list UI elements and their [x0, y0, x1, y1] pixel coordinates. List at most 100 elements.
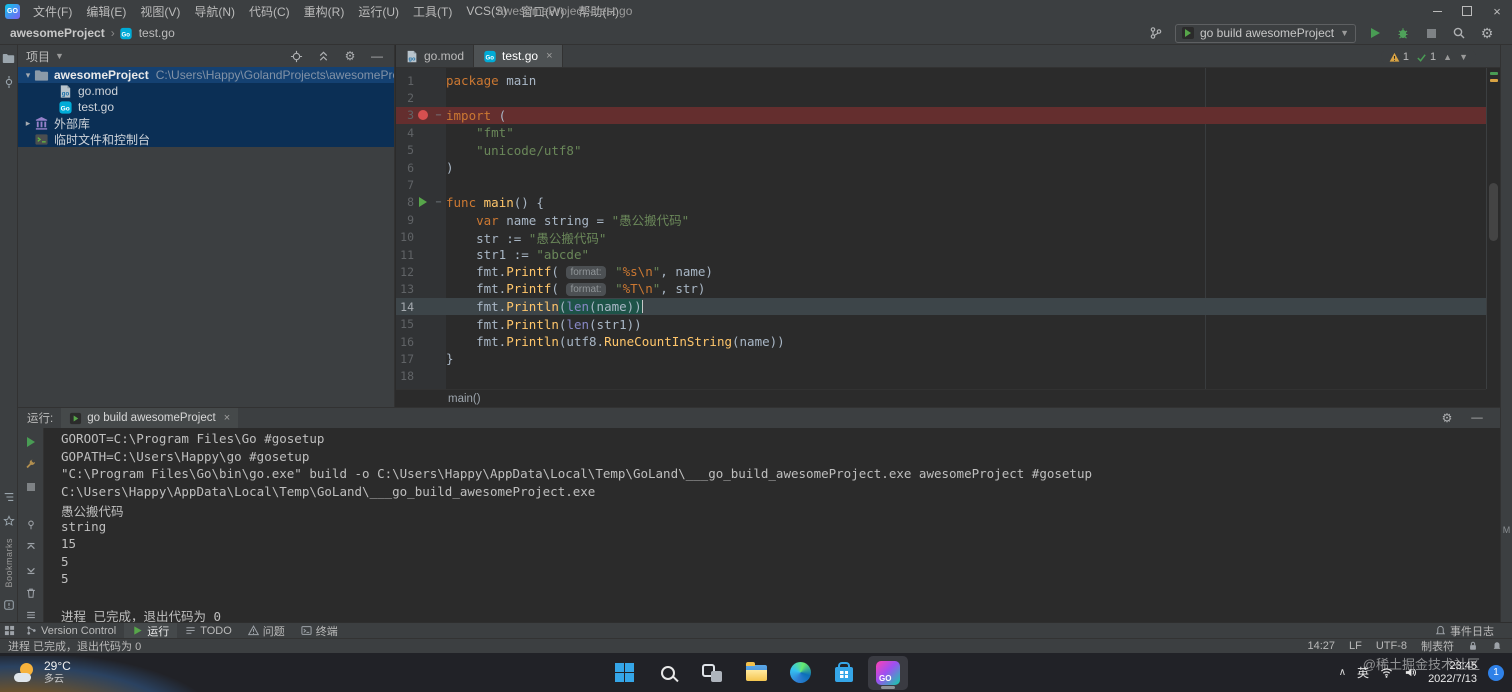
taskbar-goland-button[interactable]: GO [868, 655, 908, 690]
editor-breadcrumb[interactable]: main() [396, 389, 1486, 407]
locate-file-icon[interactable] [287, 47, 305, 65]
taskbar-search-button[interactable] [648, 656, 688, 690]
code-line[interactable]: 2 [396, 89, 1486, 106]
maximize-button[interactable] [1452, 0, 1482, 22]
menu-item[interactable]: 工具(T) [406, 0, 459, 22]
close-button[interactable]: × [1482, 0, 1512, 22]
panel-settings-icon[interactable]: ⚙ [341, 47, 359, 65]
breakpoint-icon[interactable] [414, 110, 431, 121]
editor-scrollbar[interactable] [1486, 68, 1500, 389]
code-line[interactable]: 16 fmt.Println(utf8.RuneCountInString(na… [396, 333, 1486, 350]
tree-item[interactable]: 临时文件和控制台 [18, 131, 394, 147]
problems-tool-icon[interactable] [2, 598, 16, 612]
tree-item[interactable]: go go.mod [18, 83, 394, 99]
code-line[interactable]: 3 − import ( [396, 106, 1486, 125]
settings-gear-icon[interactable]: ⚙ [1478, 24, 1496, 42]
minimize-button[interactable] [1422, 0, 1452, 22]
tree-item[interactable]: Go test.go [18, 99, 394, 115]
collapse-all-icon[interactable] [314, 47, 332, 65]
favorites-tool-icon[interactable] [2, 514, 16, 528]
tool-window-tab[interactable]: 终端 [293, 623, 346, 639]
line-separator[interactable]: LF [1349, 640, 1362, 652]
taskbar-explorer-button[interactable] [736, 656, 776, 690]
bookmarks-tool-label[interactable]: Bookmarks [4, 538, 14, 588]
volume-icon[interactable] [1404, 666, 1417, 679]
code-line[interactable]: 9 var name string = "愚公搬代码" [396, 211, 1486, 229]
code-line[interactable]: 6) [396, 159, 1486, 176]
run-line-icon[interactable] [414, 197, 431, 208]
code-line[interactable]: 18 [396, 368, 1486, 385]
hide-panel-icon[interactable]: — [368, 47, 386, 65]
debug-button[interactable] [1394, 24, 1412, 42]
inspections-widget[interactable]: 1 1 ▲ ▼ [1380, 50, 1476, 64]
menu-item[interactable]: 视图(V) [133, 0, 187, 22]
editor-tab[interactable]: go go.mod [396, 45, 475, 67]
chevron-right-icon[interactable]: ▸ [22, 118, 34, 129]
menu-item[interactable]: 文件(F) [26, 0, 79, 22]
notifications-icon[interactable] [1492, 641, 1502, 651]
code-line[interactable]: 4 "fmt" [396, 124, 1486, 141]
indent-style[interactable]: 制表符 [1421, 638, 1454, 654]
run-console[interactable]: GOROOT=C:\Program Files\Go #gosetup GOPAT… [45, 428, 1500, 624]
code-line[interactable]: 17} [396, 350, 1486, 367]
code-line[interactable]: 1 package main [396, 72, 1486, 89]
ime-indicator[interactable]: 英 [1357, 664, 1369, 681]
breadcrumb-item[interactable]: test.go [137, 26, 177, 40]
search-everywhere-icon[interactable] [1450, 24, 1468, 42]
menu-item[interactable]: 重构(R) [297, 0, 352, 22]
next-issue-icon[interactable]: ▼ [1459, 52, 1468, 62]
scroll-to-end-icon[interactable] [22, 563, 40, 577]
taskbar-store-button[interactable] [824, 656, 864, 690]
project-tool-icon[interactable] [2, 51, 16, 65]
run-button[interactable] [1366, 24, 1384, 42]
file-encoding[interactable]: UTF-8 [1376, 640, 1407, 652]
stop-button[interactable] [1422, 24, 1440, 42]
close-icon[interactable]: × [224, 412, 230, 424]
breadcrumb-item[interactable]: awesomeProject [8, 26, 107, 40]
code-line[interactable]: 10 str := "愚公搬代码" [396, 229, 1486, 246]
chevron-down-icon[interactable]: ▾ [22, 70, 34, 81]
code-line[interactable]: 11 str1 := "abcde" [396, 246, 1486, 263]
menu-item[interactable]: 代码(C) [242, 0, 297, 22]
hidden-icons-chevron[interactable]: ∧ [1339, 667, 1346, 678]
menu-item[interactable]: 运行(U) [351, 0, 406, 22]
close-icon[interactable]: × [546, 50, 552, 62]
code-line[interactable]: 8 − func main() { [396, 194, 1486, 211]
fold-icon[interactable]: − [431, 110, 446, 121]
right-strip-label[interactable]: M [1503, 525, 1511, 535]
tool-window-tab[interactable]: 运行 [124, 622, 178, 639]
code-line[interactable]: 14 fmt.Println(len(name)) [396, 298, 1486, 316]
hide-run-panel-icon[interactable]: — [1468, 409, 1486, 427]
prev-issue-icon[interactable]: ▲ [1443, 52, 1452, 62]
code-line[interactable]: 15 fmt.Println(len(str1)) [396, 315, 1486, 332]
taskbar-start-button[interactable] [604, 656, 644, 690]
notification-badge[interactable]: 1 [1488, 664, 1504, 681]
rerun-button[interactable] [22, 435, 40, 449]
code-line[interactable]: 13 fmt.Printf( format: "%T\n", str) [396, 281, 1486, 298]
scrollbar-thumb[interactable] [1489, 183, 1498, 241]
tree-item[interactable]: ▾ awesomeProject C:\Users\Happy\GolandProj… [18, 67, 394, 83]
clear-console-icon[interactable] [22, 586, 40, 600]
tree-item[interactable]: ▸ 外部库 [18, 115, 394, 131]
project-panel-title[interactable]: 项目 [26, 48, 50, 65]
structure-tool-icon[interactable] [2, 490, 16, 504]
code-line[interactable]: 12 fmt.Printf( format: "%s\n", name) [396, 263, 1486, 280]
pin-icon[interactable] [22, 518, 40, 532]
stop-button[interactable] [22, 480, 40, 494]
scroll-up-icon[interactable] [22, 541, 40, 555]
network-icon[interactable] [1380, 666, 1393, 679]
tool-window-tab[interactable]: 问题 [240, 623, 293, 639]
taskbar-taskview-button[interactable] [692, 656, 732, 690]
taskbar-clock[interactable]: 23:45 2022/7/13 [1428, 660, 1477, 686]
run-tab[interactable]: go build awesomeProject × [61, 408, 239, 428]
lock-icon[interactable] [1468, 641, 1478, 651]
tool-window-switcher-icon[interactable] [0, 625, 18, 636]
tool-window-tab[interactable]: Version Control [18, 623, 124, 639]
fold-icon[interactable]: − [431, 197, 446, 208]
branch-icon[interactable] [1147, 24, 1165, 42]
code-line[interactable]: 7 [396, 176, 1486, 193]
menu-item[interactable]: 导航(N) [187, 0, 242, 22]
build-settings-icon[interactable] [22, 458, 40, 472]
code-line[interactable]: 5 "unicode/utf8" [396, 142, 1486, 159]
code-editor[interactable]: 1 package main 2 3− import (4 "fmt" 5 "unicod… [396, 68, 1486, 389]
